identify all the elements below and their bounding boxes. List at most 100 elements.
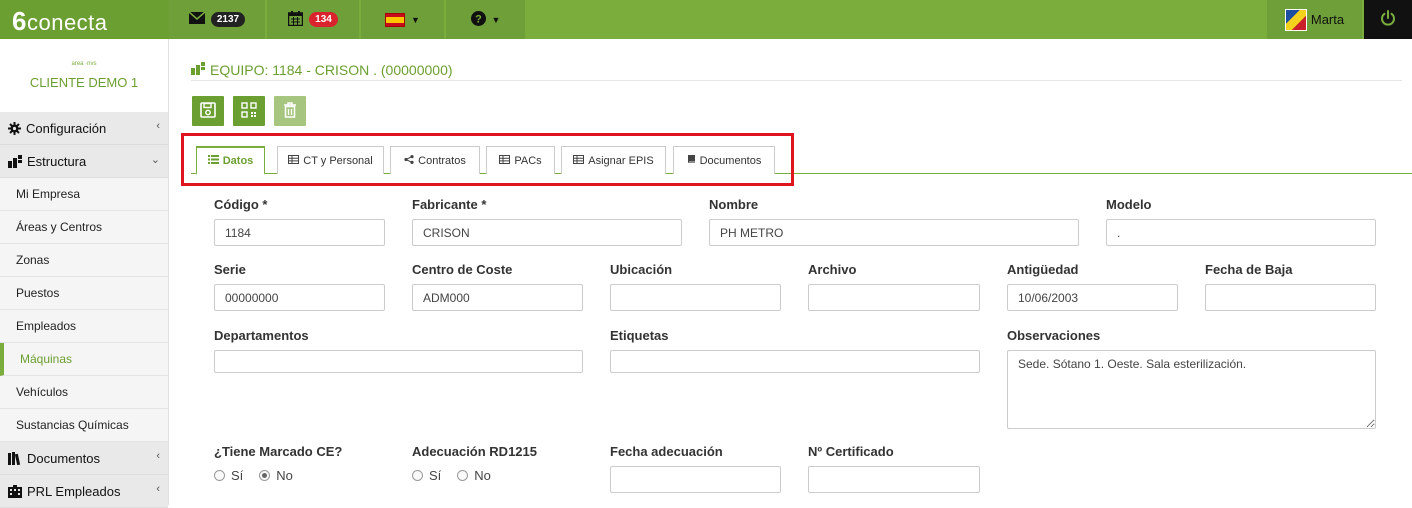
sidebar-section-label: Estructura bbox=[27, 153, 87, 169]
tab-contratos[interactable]: Contratos bbox=[390, 146, 480, 174]
user-name: Marta bbox=[1310, 12, 1345, 27]
avatar bbox=[1284, 8, 1307, 31]
adecuacion-no-radio[interactable] bbox=[457, 470, 469, 481]
qrcode-icon bbox=[241, 101, 257, 121]
marcado-ce-radio-group: Sí No bbox=[214, 468, 303, 483]
tab-label: Contratos bbox=[418, 154, 466, 167]
modelo-label: Modelo bbox=[1106, 197, 1152, 212]
sidebar-section-documentos[interactable]: Documentos ‹ bbox=[0, 442, 168, 475]
building-icon bbox=[8, 484, 22, 498]
user-menu[interactable]: Marta bbox=[1267, 0, 1362, 39]
help-menu-button[interactable]: ? ▼ bbox=[446, 0, 525, 39]
radio-label: No bbox=[276, 468, 293, 483]
sidebar-item-mi-empresa[interactable]: Mi Empresa bbox=[0, 178, 168, 211]
chevron-left-icon: ‹ bbox=[156, 450, 160, 462]
centro-coste-field[interactable] bbox=[412, 284, 583, 311]
list-icon bbox=[207, 154, 219, 167]
messages-button[interactable]: 2137 bbox=[169, 0, 265, 39]
antiguedad-field[interactable] bbox=[1007, 284, 1178, 311]
serie-field[interactable] bbox=[214, 284, 385, 311]
messages-count-badge: 2137 bbox=[210, 12, 246, 27]
book-icon bbox=[687, 154, 696, 167]
nombre-field[interactable] bbox=[709, 219, 1079, 246]
etiquetas-field[interactable] bbox=[610, 350, 980, 373]
fecha-adecuacion-field[interactable] bbox=[610, 466, 781, 493]
sidebar-item-empleados[interactable]: Empleados bbox=[0, 310, 168, 343]
sidebar-item-label: Zonas bbox=[16, 253, 50, 267]
tab-label: Datos bbox=[222, 154, 254, 167]
sidebar: area ·nvs CLIENTE DEMO 1 Configuración ‹… bbox=[0, 39, 169, 508]
tab-label: Asignar EPIS bbox=[588, 154, 654, 167]
chevron-left-icon: ‹ bbox=[156, 120, 160, 132]
ubicacion-field[interactable] bbox=[610, 284, 781, 311]
language-selector[interactable]: ▼ bbox=[361, 0, 444, 39]
observaciones-label: Observaciones bbox=[1007, 328, 1101, 343]
sitemap-icon bbox=[8, 154, 22, 168]
fecha-baja-field[interactable] bbox=[1205, 284, 1376, 311]
chevron-down-icon: ▼ bbox=[411, 14, 420, 25]
question-circle-icon: ? bbox=[470, 10, 486, 29]
page-title: EQUIPO: 1184 - CRISON . (00000000) bbox=[191, 62, 453, 78]
client-brand-area: area ·nvs CLIENTE DEMO 1 bbox=[0, 39, 168, 112]
observaciones-field[interactable]: Sede. Sótano 1. Oeste. Sala esterilizaci… bbox=[1007, 350, 1376, 429]
title-divider bbox=[191, 80, 1402, 81]
tab-datos[interactable]: Datos bbox=[196, 146, 265, 175]
marcado-ce-label: ¿Tiene Marcado CE? bbox=[214, 444, 343, 459]
serie-label: Serie bbox=[214, 262, 246, 277]
sidebar-item-label: Puestos bbox=[16, 286, 60, 300]
sidebar-item-vehiculos[interactable]: Vehículos bbox=[0, 376, 168, 409]
radio-label: Sí bbox=[429, 468, 442, 483]
sidebar-item-label: Empleados bbox=[16, 319, 77, 333]
sidebar-item-label: Vehículos bbox=[16, 385, 69, 399]
departamentos-label: Departamentos bbox=[214, 328, 309, 343]
chevron-down-icon: ⌄ bbox=[150, 154, 160, 166]
tab-label: PACs bbox=[514, 154, 542, 167]
fecha-adecuacion-label: Fecha adecuación bbox=[610, 444, 723, 459]
marcado-ce-no-radio[interactable] bbox=[259, 470, 271, 481]
calendar-icon bbox=[287, 10, 304, 29]
sidebar-item-sustancias[interactable]: Sustancias Químicas bbox=[0, 409, 168, 442]
sidebar-section-label: PRL Empleados bbox=[27, 483, 121, 499]
client-logo: area ·nvs bbox=[71, 61, 97, 67]
modelo-field[interactable] bbox=[1106, 219, 1376, 246]
antiguedad-label: Antigüedad bbox=[1007, 262, 1079, 277]
logout-button[interactable] bbox=[1364, 0, 1412, 39]
delete-button[interactable] bbox=[274, 96, 306, 126]
fabricante-field[interactable] bbox=[412, 219, 682, 246]
fecha-baja-label: Fecha de Baja bbox=[1205, 262, 1293, 277]
table-icon bbox=[288, 154, 300, 167]
tab-label: Documentos bbox=[699, 154, 762, 167]
tab-pacs[interactable]: PACs bbox=[486, 146, 555, 174]
adecuacion-yes-radio[interactable] bbox=[412, 470, 423, 481]
save-button[interactable] bbox=[192, 96, 224, 126]
codigo-field[interactable] bbox=[214, 219, 385, 246]
departamentos-field[interactable] bbox=[214, 350, 583, 373]
sidebar-item-puestos[interactable]: Puestos bbox=[0, 277, 168, 310]
power-icon bbox=[1380, 10, 1396, 29]
archivo-field[interactable] bbox=[808, 284, 980, 311]
floppy-disk-icon bbox=[200, 101, 216, 121]
app-logo[interactable]: 6conecta bbox=[0, 0, 169, 39]
gear-icon bbox=[8, 121, 21, 135]
sidebar-item-maquinas[interactable]: Máquinas bbox=[0, 343, 168, 376]
tab-ct-personal[interactable]: CT y Personal bbox=[277, 146, 384, 174]
sidebar-item-areas-centros[interactable]: Áreas y Centros bbox=[0, 211, 168, 244]
tab-label: CT y Personal bbox=[303, 154, 373, 167]
sidebar-item-label: Máquinas bbox=[20, 352, 73, 366]
calendar-button[interactable]: 134 bbox=[267, 0, 359, 39]
sidebar-section-estructura[interactable]: Estructura ⌄ bbox=[0, 145, 168, 178]
qr-code-button[interactable] bbox=[233, 96, 265, 126]
sidebar-item-label: Áreas y Centros bbox=[16, 220, 103, 234]
certificado-label: Nº Certificado bbox=[808, 444, 894, 459]
sidebar-section-configuracion[interactable]: Configuración ‹ bbox=[0, 112, 168, 145]
sidebar-section-prl-empleados[interactable]: PRL Empleados ‹ bbox=[0, 475, 168, 508]
sidebar-item-label: Sustancias Químicas bbox=[16, 418, 129, 432]
certificado-field[interactable] bbox=[808, 466, 980, 493]
tab-asignar-epis[interactable]: Asignar EPIS bbox=[561, 146, 666, 174]
table-icon bbox=[573, 154, 585, 167]
sidebar-item-zonas[interactable]: Zonas bbox=[0, 244, 168, 277]
marcado-ce-yes-radio[interactable] bbox=[214, 470, 225, 481]
adecuacion-label: Adecuación RD1215 bbox=[412, 444, 537, 459]
books-icon bbox=[8, 451, 22, 465]
tab-documentos[interactable]: Documentos bbox=[673, 146, 775, 174]
